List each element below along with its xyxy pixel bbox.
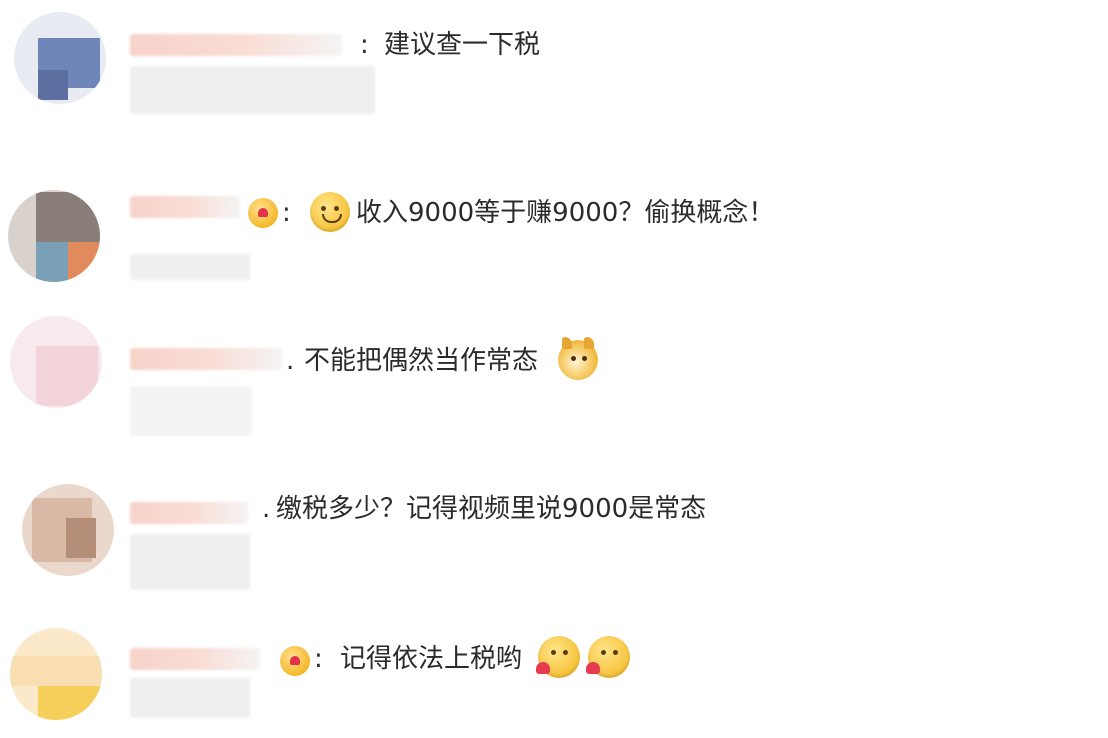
username-blurred[interactable]: [130, 196, 240, 218]
name-separator: :: [282, 198, 291, 228]
name-separator: .: [262, 494, 271, 524]
username-blurred[interactable]: [130, 348, 282, 370]
meta-blurred: [130, 678, 250, 718]
name-separator: .: [286, 346, 295, 376]
comment-item: : 记得依法上税哟: [0, 598, 1108, 738]
username-blurred[interactable]: [130, 34, 342, 56]
name-separator: :: [360, 30, 369, 60]
avatar[interactable]: [14, 12, 106, 104]
username-blurred[interactable]: [130, 502, 248, 524]
comment-text: 收入9000等于赚9000？偷换概念！: [356, 198, 775, 228]
avatar[interactable]: [8, 190, 100, 282]
comment-item: . 缴税多少？记得视频里说9000是常态: [0, 450, 1108, 590]
name-separator: :: [314, 644, 323, 674]
heart-badge-icon: [280, 646, 310, 676]
meta-blurred: [130, 254, 250, 280]
heart-hands-emoji-icon: [536, 636, 580, 678]
doge-emoji-icon: [558, 337, 598, 380]
comment-text: 记得依法上税哟: [340, 644, 523, 674]
meta-blurred: [130, 386, 252, 436]
meta-blurred: [130, 534, 250, 590]
comment-text: 不能把偶然当作常态: [304, 346, 539, 376]
comment-item: . 不能把偶然当作常态: [0, 300, 1108, 440]
username-blurred[interactable]: [130, 648, 260, 670]
avatar[interactable]: [10, 316, 102, 408]
comment-item: : 收入9000等于赚9000？偷换概念！: [0, 150, 1108, 290]
comment-text: 缴税多少？记得视频里说9000是常态: [276, 494, 707, 524]
meta-blurred: [130, 66, 375, 114]
avatar[interactable]: [10, 628, 102, 720]
smirk-emoji-icon: [310, 192, 350, 232]
avatar[interactable]: [22, 484, 114, 576]
heart-hands-emoji-icon: [586, 636, 630, 678]
comment-text: 建议查一下税: [384, 30, 541, 60]
heart-badge-icon: [248, 198, 278, 228]
comment-item: : 建议查一下税: [0, 0, 1108, 140]
